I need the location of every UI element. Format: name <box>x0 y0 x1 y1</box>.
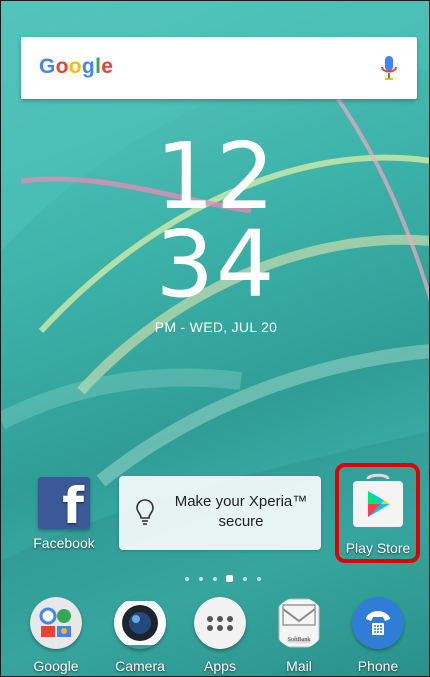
page-dot-active <box>226 575 233 582</box>
camera-icon <box>114 601 166 645</box>
dock-apps[interactable]: Apps <box>185 597 255 674</box>
dock-google[interactable]: Google <box>21 597 91 674</box>
phone-icon <box>352 597 404 649</box>
lightbulb-icon <box>136 499 154 525</box>
mic-icon[interactable] <box>379 54 399 84</box>
play-store-highlight <box>335 463 420 563</box>
app-label: Apps <box>204 658 236 674</box>
dock-mail[interactable]: SoftBank Mail <box>264 597 334 674</box>
page-dot <box>199 577 203 581</box>
page-dot <box>243 577 247 581</box>
widget-text: Make your Xperia™ secure <box>174 493 308 530</box>
clock-date: PM - WED, JUL 20 <box>154 319 278 335</box>
app-label: Facebook <box>33 535 95 551</box>
dock: Google Camera Apps SoftBank Mail Phone <box>1 589 429 676</box>
google-logo: Google <box>39 55 114 78</box>
app-label: Camera <box>115 658 165 674</box>
mail-carrier-label: SoftBank <box>288 636 311 643</box>
google-folder-icon <box>30 597 82 649</box>
page-dot <box>185 577 189 581</box>
page-dot <box>257 577 261 581</box>
apps-icon <box>194 597 246 649</box>
page-dot <box>213 577 217 581</box>
home-screen: Google 12 34 PM - WED, JUL 20 f Facebook… <box>0 0 430 677</box>
clock-hour: 12 <box>155 123 277 230</box>
page-indicator <box>181 575 261 583</box>
facebook-icon: f <box>38 477 90 535</box>
google-search-bar[interactable]: Google <box>21 37 417 99</box>
app-facebook[interactable]: f Facebook <box>29 477 99 551</box>
app-label: Phone <box>357 658 399 674</box>
clock-minute: 34 <box>155 211 277 318</box>
dock-phone[interactable]: Phone <box>343 597 413 674</box>
app-label: Mail <box>286 658 312 674</box>
xperia-secure-widget[interactable]: Make your Xperia™ secure <box>119 476 321 550</box>
mail-icon: SoftBank <box>278 598 320 648</box>
app-label: Google <box>33 658 79 674</box>
dock-camera[interactable]: Camera <box>105 597 175 674</box>
